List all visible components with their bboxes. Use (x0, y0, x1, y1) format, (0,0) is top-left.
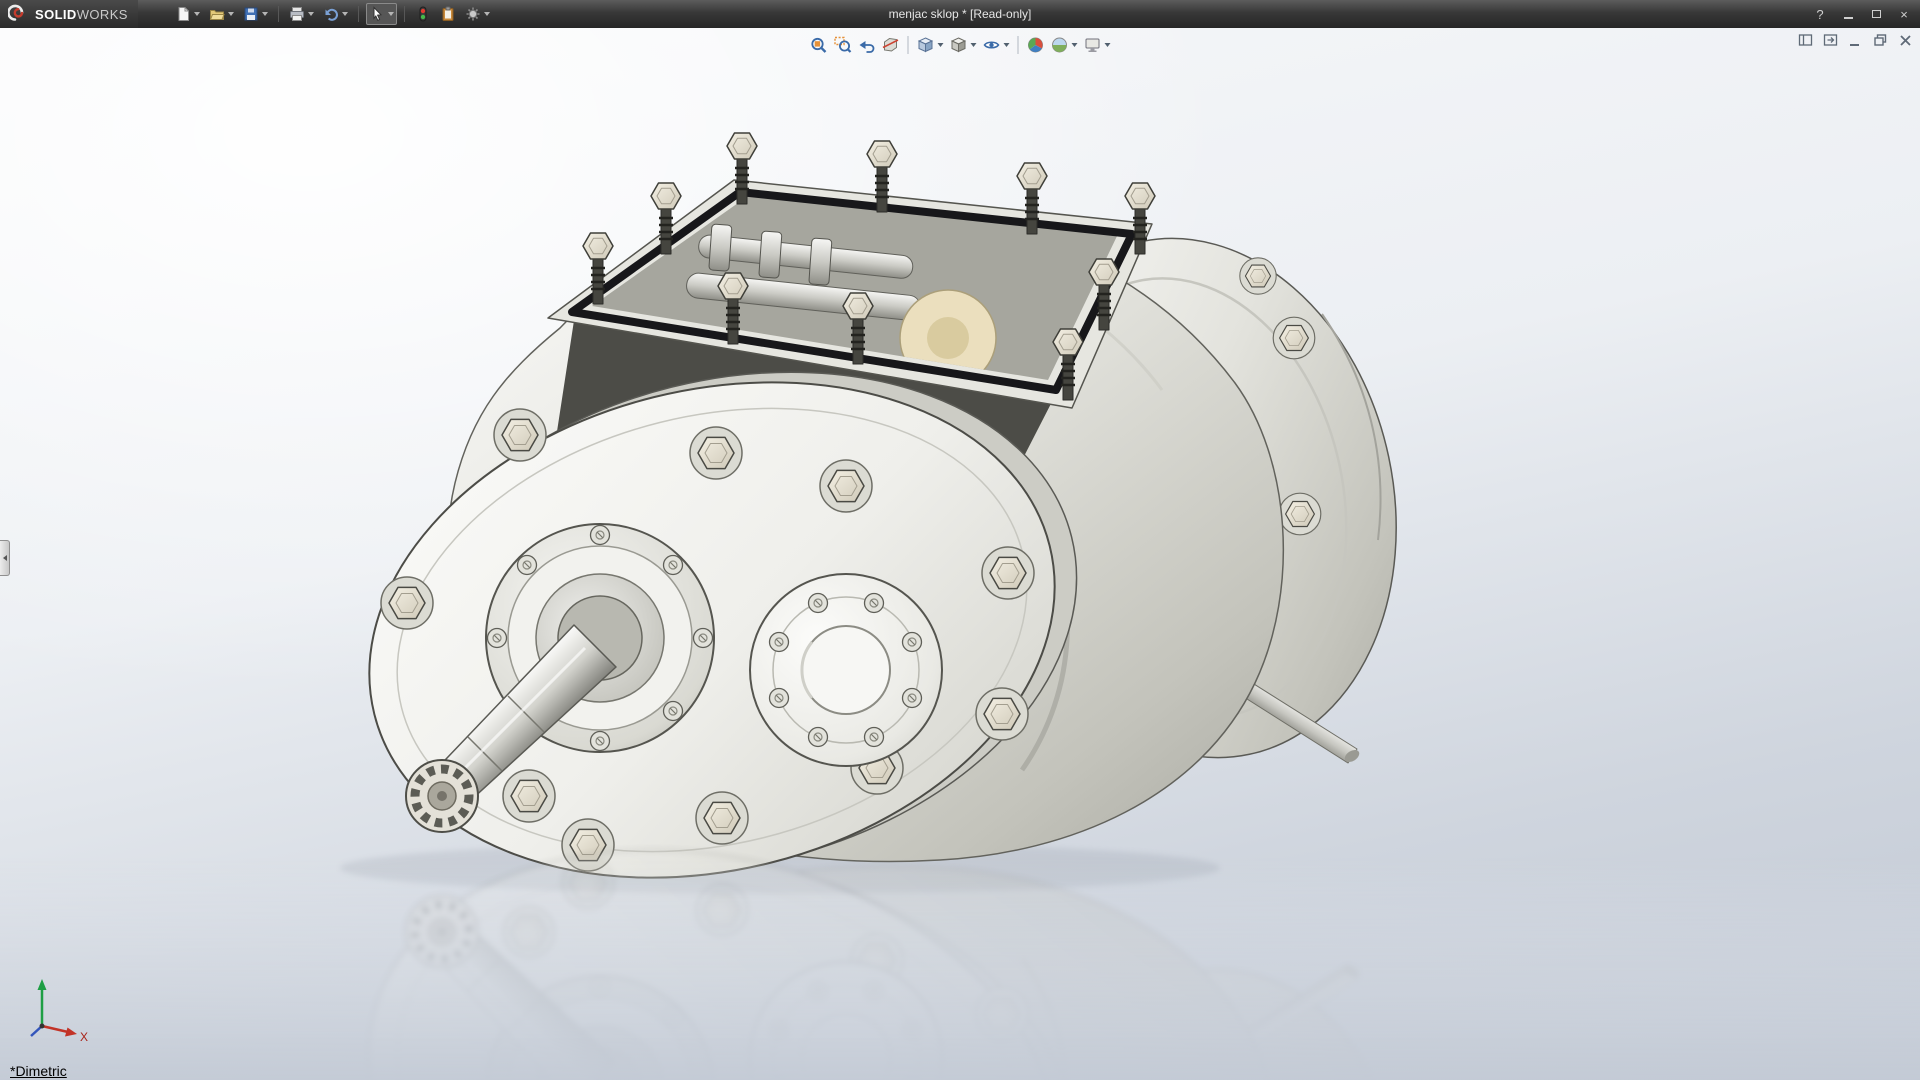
show-left-pane-button[interactable] (1796, 31, 1814, 49)
show-right-pane-button[interactable] (1821, 31, 1839, 49)
restore-button[interactable] (1868, 6, 1884, 22)
close-button[interactable]: × (1896, 6, 1912, 22)
select-tool-button[interactable] (366, 3, 397, 25)
zoom-to-area-icon (834, 36, 852, 54)
new-document-icon (175, 6, 191, 22)
edit-appearance-button[interactable] (1024, 33, 1048, 57)
toolbar-separator (1018, 36, 1019, 54)
dropdown-arrow-icon (938, 43, 944, 47)
heads-up-view-toolbar (801, 31, 1120, 59)
axis-x-label: X (80, 1030, 88, 1044)
restore-document-button[interactable] (1871, 31, 1889, 49)
main-toolbar (172, 3, 493, 25)
gearbox-model[interactable] (316, 133, 1443, 947)
previous-view-button[interactable] (855, 33, 879, 57)
close-document-button[interactable] (1896, 31, 1914, 49)
restore-doc-icon (1872, 32, 1889, 49)
view-orientation-cube-icon (917, 36, 935, 54)
dropdown-arrow-icon (1072, 43, 1078, 47)
dropdown-arrow-icon (262, 12, 268, 16)
document-window-controls (1796, 31, 1914, 49)
left-pane-icon (1797, 32, 1814, 49)
help-button[interactable]: ? (1812, 6, 1828, 22)
featuremanager-collapsed-tab[interactable] (0, 540, 10, 576)
new-document-button[interactable] (172, 3, 203, 25)
section-view-icon (882, 36, 900, 54)
window-title: menjac sklop * [Read-only] (889, 0, 1032, 28)
open-icon (209, 6, 225, 22)
toolbar-separator (358, 6, 359, 22)
zoom-to-fit-icon (810, 36, 828, 54)
view-orientation-label: *Dimetric (10, 1063, 67, 1079)
close-doc-icon (1897, 32, 1914, 49)
hide-show-eye-icon (983, 36, 1001, 54)
splined-shaft-end (406, 760, 478, 832)
expand-arrow-icon (3, 555, 7, 561)
dropdown-arrow-icon (308, 12, 314, 16)
print-icon (289, 6, 305, 22)
rebuild-traffic-light-icon (415, 6, 431, 22)
dropdown-arrow-icon (342, 12, 348, 16)
solidworks-logo-icon (8, 4, 30, 24)
dropdown-arrow-icon (194, 12, 200, 16)
options-gear-icon (465, 6, 481, 22)
dropdown-arrow-icon (971, 43, 977, 47)
dropdown-arrow-icon (388, 12, 394, 16)
display-style-icon (950, 36, 968, 54)
zoom-to-fit-button[interactable] (807, 33, 831, 57)
dropdown-arrow-icon (1105, 43, 1111, 47)
dropdown-arrow-icon (228, 12, 234, 16)
section-view-button[interactable] (879, 33, 903, 57)
minimize-button[interactable] (1840, 6, 1856, 22)
right-pane-arrow-icon (1822, 32, 1839, 49)
hide-show-items-button[interactable] (980, 33, 1013, 57)
brand-text: SOLIDWORKS (35, 7, 128, 22)
save-icon (243, 6, 259, 22)
undo-button[interactable] (320, 3, 351, 25)
display-style-button[interactable] (947, 33, 980, 57)
view-settings-button[interactable] (1081, 33, 1114, 57)
graphics-area[interactable]: X *Dimetric (0, 28, 1920, 1080)
save-button[interactable] (240, 3, 271, 25)
minimize-document-button[interactable] (1846, 31, 1864, 49)
window-controls: ? × (1812, 0, 1912, 28)
titlebar: SOLIDWORKS (0, 0, 1920, 28)
dropdown-arrow-icon (1004, 43, 1010, 47)
toolbar-separator (908, 36, 909, 54)
view-orientation-button[interactable] (914, 33, 947, 57)
toolbar-separator (404, 6, 405, 22)
file-properties-icon (440, 6, 456, 22)
options-button[interactable] (462, 3, 493, 25)
file-properties-button[interactable] (437, 3, 459, 25)
previous-view-icon (858, 36, 876, 54)
apply-scene-button[interactable] (1048, 33, 1081, 57)
toolbar-separator (278, 6, 279, 22)
select-cursor-icon (369, 6, 385, 22)
solidworks-window: SOLIDWORKS (0, 0, 1920, 1080)
apply-scene-icon (1051, 36, 1069, 54)
3d-model-scene[interactable]: X (0, 28, 1920, 1080)
print-button[interactable] (286, 3, 317, 25)
undo-icon (323, 6, 339, 22)
rebuild-button[interactable] (412, 3, 434, 25)
minimize-doc-icon (1847, 32, 1864, 49)
solidworks-logo: SOLIDWORKS (0, 0, 138, 28)
open-button[interactable] (206, 3, 237, 25)
zoom-to-area-button[interactable] (831, 33, 855, 57)
side-bearing-cover (750, 574, 942, 766)
dropdown-arrow-icon (484, 12, 490, 16)
edit-appearance-ball-icon (1027, 36, 1045, 54)
view-settings-icon (1084, 36, 1102, 54)
reflection-fade (0, 856, 1920, 1080)
